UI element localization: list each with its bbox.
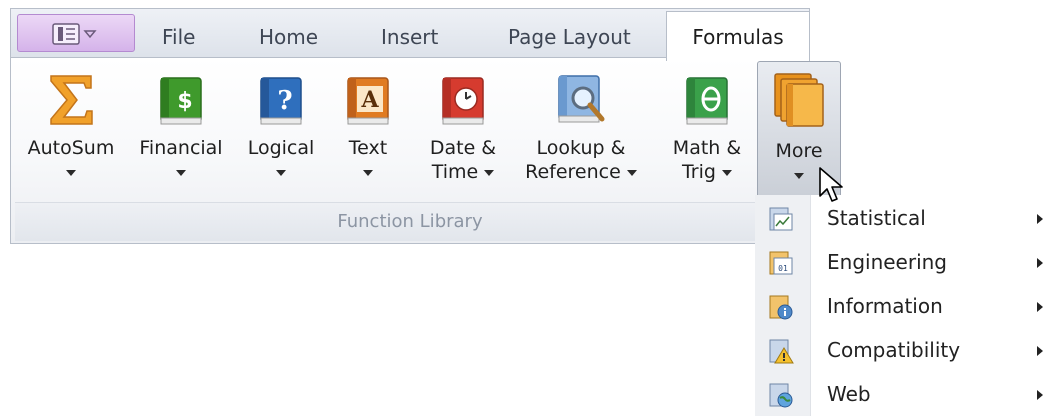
theta-book-icon (686, 77, 728, 125)
information-icon (769, 295, 793, 320)
app-menu-icon (52, 23, 97, 45)
svg-text:$: $ (177, 89, 192, 114)
group-label: Function Library (15, 202, 805, 241)
menu-item-compatibility-label: Compatibility (827, 338, 961, 362)
tab-home[interactable]: Home (259, 25, 318, 59)
sigma-icon (50, 75, 93, 125)
stacked-books-icon (774, 73, 824, 127)
math-trig-button[interactable]: Math & Trig (665, 66, 749, 198)
menu-item-engineering[interactable]: 01 Engineering (755, 241, 1049, 285)
app-menu-button[interactable] (17, 14, 135, 52)
chevron-down-icon (626, 169, 637, 176)
magnifier-book-icon (558, 75, 605, 123)
menu-item-web[interactable]: Web (755, 373, 1049, 417)
lookup-label-line2: Reference (525, 161, 621, 183)
compatibility-warning-icon (769, 339, 794, 364)
ribbon-panel: AutoSum $ Financial ? Logical A Text Dat… (10, 57, 841, 244)
financial-button[interactable]: $ Financial (129, 66, 233, 198)
financial-book-icon: $ (160, 77, 202, 125)
submenu-arrow-icon (1037, 258, 1043, 268)
svg-text:?: ? (277, 86, 292, 116)
tab-formulas[interactable]: Formulas (666, 11, 810, 61)
chevron-down-icon (66, 169, 76, 176)
date-time-label-line1: Date & (429, 137, 497, 159)
date-time-button[interactable]: Date & Time (419, 66, 507, 198)
financial-label: Financial (139, 137, 223, 159)
menu-item-information[interactable]: Information (755, 285, 1049, 329)
lookup-label-line1: Lookup & (536, 137, 626, 159)
text-label: Text (348, 137, 388, 159)
more-label: More (775, 140, 823, 162)
menu-item-statistical-label: Statistical (827, 206, 926, 230)
mouse-cursor-icon (819, 167, 843, 202)
svg-text:01: 01 (778, 264, 788, 273)
menu-item-web-label: Web (827, 382, 871, 406)
web-globe-icon (769, 383, 793, 408)
menu-item-information-label: Information (827, 294, 943, 318)
text-button[interactable]: A Text (333, 66, 403, 198)
ribbon: File Home Insert Page Layout Formulas Au… (10, 8, 841, 244)
chevron-down-icon (794, 172, 804, 179)
date-time-label-line2: Time (431, 161, 479, 183)
math-trig-label-line1: Math & (672, 137, 742, 159)
svg-text:A: A (360, 87, 379, 113)
statistical-icon (769, 207, 793, 231)
logical-button[interactable]: ? Logical (239, 66, 323, 198)
submenu-arrow-icon (1037, 390, 1043, 400)
submenu-arrow-icon (1037, 214, 1043, 224)
more-dropdown-menu: Statistical 01 Engineering Information C… (755, 195, 1049, 416)
chevron-down-icon (484, 169, 495, 176)
chevron-down-icon (363, 169, 373, 176)
chevron-down-icon (722, 169, 732, 176)
engineering-icon: 01 (769, 251, 793, 275)
chevron-down-icon (276, 169, 286, 176)
tab-file[interactable]: File (162, 25, 195, 59)
tab-insert[interactable]: Insert (381, 25, 438, 59)
math-trig-label-line2: Trig (681, 161, 716, 183)
chevron-down-icon (176, 169, 186, 176)
text-book-icon: A (347, 77, 389, 125)
logical-book-icon: ? (260, 77, 302, 125)
tab-page-layout[interactable]: Page Layout (508, 25, 631, 59)
logical-label: Logical (247, 137, 315, 159)
clock-book-icon (442, 77, 484, 125)
autosum-button[interactable]: AutoSum (17, 66, 125, 198)
menu-item-statistical[interactable]: Statistical (755, 197, 1049, 241)
menu-item-compatibility[interactable]: Compatibility (755, 329, 1049, 373)
submenu-arrow-icon (1037, 302, 1043, 312)
submenu-arrow-icon (1037, 346, 1043, 356)
autosum-label: AutoSum (27, 137, 115, 159)
tab-strip: File Home Insert Page Layout Formulas (10, 8, 810, 61)
menu-item-engineering-label: Engineering (827, 250, 947, 274)
lookup-reference-button[interactable]: Lookup & Reference (515, 66, 647, 198)
